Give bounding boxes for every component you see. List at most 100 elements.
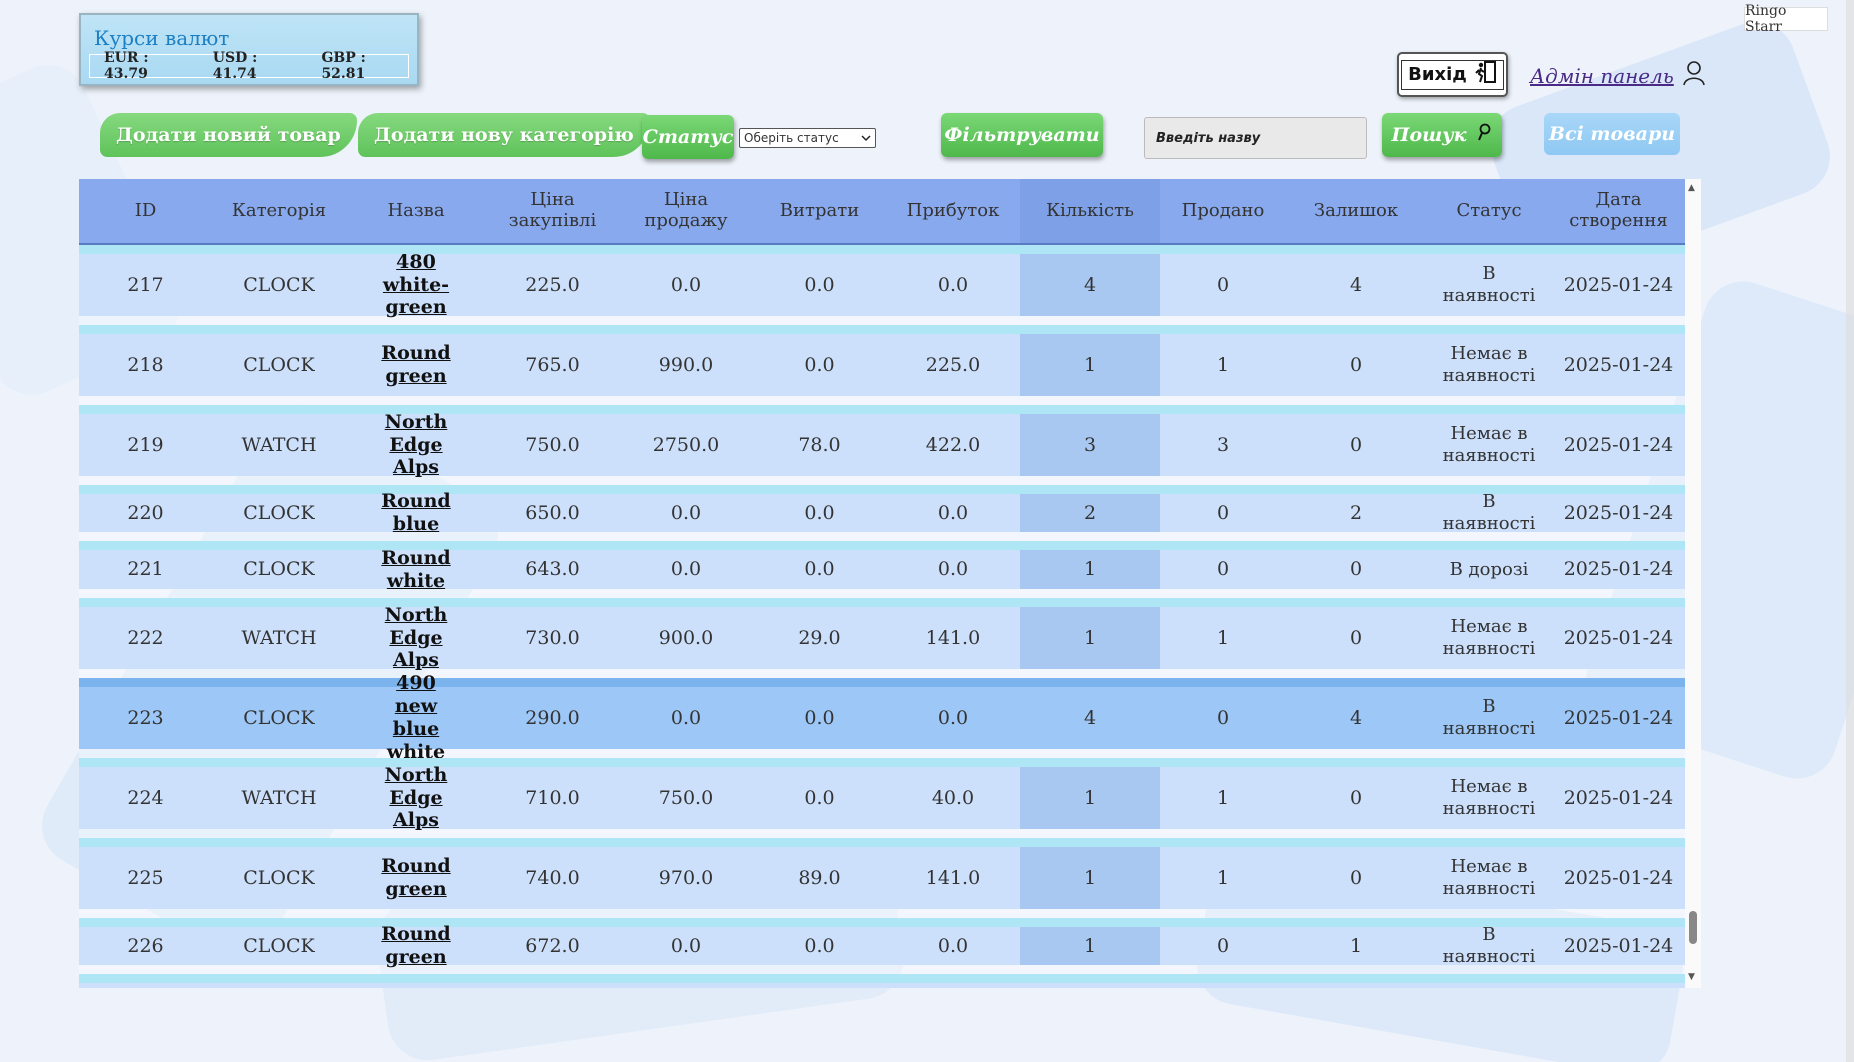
cell-category: CLOCK	[243, 353, 315, 376]
cell-id: 225	[127, 866, 164, 889]
cell-id: 221	[127, 558, 164, 581]
all-products-button[interactable]: Всі товари	[1544, 113, 1680, 155]
cell-profit: 40.0	[931, 786, 975, 809]
column-header[interactable]: Ціна закупівлі	[486, 179, 619, 243]
cell-name: Round green	[346, 847, 486, 909]
cell-date: 2025-01-24	[1563, 786, 1674, 809]
cell-remaining: 2	[1349, 501, 1363, 524]
cell-costs: 78.0	[798, 433, 841, 456]
cell-buy-price: 750.0	[525, 433, 580, 456]
cell-date: 2025-01-24	[1563, 558, 1674, 581]
cell-costs: 0.0	[804, 706, 835, 729]
cell-name: Round blue	[346, 490, 486, 535]
product-link[interactable]: Round green	[372, 342, 460, 388]
products-table: ID Категорія Назва Ціна закупівлі Ціна п…	[79, 179, 1685, 988]
table-row[interactable]: 217 CLOCK 480 white-green 225.0 0.0 0.0 0.0 4 0 4…	[79, 245, 1685, 319]
logout-button[interactable]: Вихід	[1397, 52, 1508, 97]
product-link[interactable]: Round blue	[372, 490, 460, 536]
cell-remaining: 0	[1349, 866, 1363, 889]
page-scrollbar[interactable]	[1846, 0, 1854, 1062]
cell-id: 226	[127, 934, 164, 957]
column-header[interactable]: Прибуток	[886, 179, 1020, 243]
product-link[interactable]: 490 new blue white	[372, 672, 460, 763]
scroll-up-icon[interactable]: ▲	[1688, 183, 1695, 193]
scroll-thumb[interactable]	[1689, 911, 1697, 944]
product-link[interactable]: Round green	[372, 923, 460, 969]
cell-quantity: 1	[1020, 927, 1160, 965]
column-header[interactable]: Категорія	[212, 179, 346, 243]
cell-date: 2025-01-24	[1563, 433, 1674, 456]
table-row[interactable]: 225 CLOCK Round green 740.0 970.0 89.0 141.0 1 1…	[79, 838, 1685, 909]
cell-date: 2025-01-24	[1563, 866, 1674, 889]
exit-door-icon	[1473, 60, 1497, 89]
cell-id: 220	[127, 501, 164, 524]
table-row[interactable]: 226 CLOCK Round green 672.0 0.0 0.0 0.0 1 0 1 В на…	[79, 918, 1685, 968]
column-header[interactable]: Ціна продажу	[619, 179, 753, 243]
cell-sell-price: 0.0	[670, 934, 702, 957]
cell-quantity: 1	[1020, 847, 1160, 909]
table-row[interactable]: 222 WATCH North Edge Alps 730.0 900.0 29.0 141…	[79, 598, 1685, 672]
rate-eur: EUR : 43.79	[104, 50, 149, 82]
column-header[interactable]: Дата створення	[1552, 179, 1685, 243]
cell-costs: 0.0	[804, 786, 835, 809]
cell-date: 2025-01-24	[1563, 353, 1674, 376]
cell-sold: 0	[1216, 558, 1230, 581]
cell-sell-price: 900.0	[658, 626, 714, 649]
cell-sold: 0	[1216, 501, 1230, 524]
column-header[interactable]: Статус	[1426, 179, 1552, 243]
cell-sold: 1	[1216, 353, 1230, 376]
cell-sold: 1	[1216, 626, 1230, 649]
filter-button[interactable]: Фільтрувати	[941, 113, 1103, 157]
status-select[interactable]: Оберіть статус	[739, 128, 876, 148]
cell-profit: 141.0	[925, 866, 981, 889]
cell-category: CLOCK	[243, 558, 315, 581]
product-link[interactable]: 480 white-green	[372, 251, 460, 319]
cell-sold: 3	[1216, 433, 1230, 456]
cell-profit: 0.0	[937, 273, 969, 296]
cell-category: CLOCK	[243, 934, 315, 957]
cell-date: 2025-01-24	[1563, 706, 1674, 729]
cell-category: WATCH	[241, 786, 317, 809]
table-scrollbar[interactable]: ▲ ▼	[1685, 179, 1701, 988]
cell-status: Немає в наявності	[1442, 616, 1536, 659]
search-button[interactable]: Пошук	[1382, 113, 1502, 157]
column-header[interactable]: Кількість	[1020, 179, 1160, 243]
search-input[interactable]: Введіть назву	[1144, 117, 1367, 159]
cell-category: CLOCK	[243, 706, 315, 729]
table-row[interactable]: 221 CLOCK Round white 643.0 0.0 0.0 0.0 1 0 0 В до…	[79, 541, 1685, 592]
cell-sell-price: 0.0	[670, 558, 702, 581]
admin-panel-link[interactable]: Адмін панель	[1530, 60, 1706, 91]
table-row[interactable]: 219 WATCH North Edge Alps 750.0 2750.0 78.0 42…	[79, 405, 1685, 479]
table-row[interactable]: 218 CLOCK Round green 765.0 990.0 0.0 225.0 1 1 0…	[79, 325, 1685, 396]
scroll-down-icon[interactable]: ▼	[1688, 972, 1695, 982]
cell-name: 490 new blue white	[346, 672, 486, 762]
table-row[interactable]: 224 WATCH North Edge Alps 710.0 750.0 0.0 40.0…	[79, 758, 1685, 832]
add-product-button[interactable]: Додати новий товар	[100, 113, 357, 157]
cell-category: CLOCK	[243, 866, 315, 889]
table-row[interactable]: 223 CLOCK 490 new blue white 290.0 0.0 0.0 0.0…	[79, 672, 1685, 763]
status-button[interactable]: Статус	[642, 115, 734, 159]
chevron-down-icon	[861, 131, 871, 145]
table-row[interactable]: 220 CLOCK Round blue 650.0 0.0 0.0 0.0 2 0 2 В ная…	[79, 485, 1685, 535]
cell-status: В наявності	[1442, 696, 1536, 739]
cell-buy-price: 225.0	[525, 273, 580, 296]
column-header[interactable]: Залишок	[1286, 179, 1426, 243]
cell-buy-price: 650.0	[525, 501, 580, 524]
product-link[interactable]: North Edge Alps	[372, 604, 460, 672]
product-link[interactable]: North Edge Alps	[372, 764, 460, 832]
product-link[interactable]: Round white	[372, 547, 460, 593]
product-link[interactable]: North Edge Alps	[372, 411, 460, 479]
column-header[interactable]: Витрати	[753, 179, 886, 243]
cell-status: В наявності	[1442, 263, 1536, 306]
user-icon	[1682, 60, 1706, 91]
cell-sell-price: 0.0	[670, 501, 702, 524]
column-header[interactable]: ID	[79, 179, 212, 243]
column-header[interactable]: Назва	[346, 179, 486, 243]
add-category-button[interactable]: Додати нову категорію	[358, 113, 650, 157]
product-link[interactable]: Round green	[372, 855, 460, 901]
cell-category: WATCH	[241, 626, 317, 649]
column-header[interactable]: Продано	[1160, 179, 1286, 243]
cell-status: Немає в наявності	[1442, 776, 1536, 819]
cell-remaining: 0	[1349, 353, 1363, 376]
filter-button-label: Фільтрувати	[944, 124, 1100, 146]
